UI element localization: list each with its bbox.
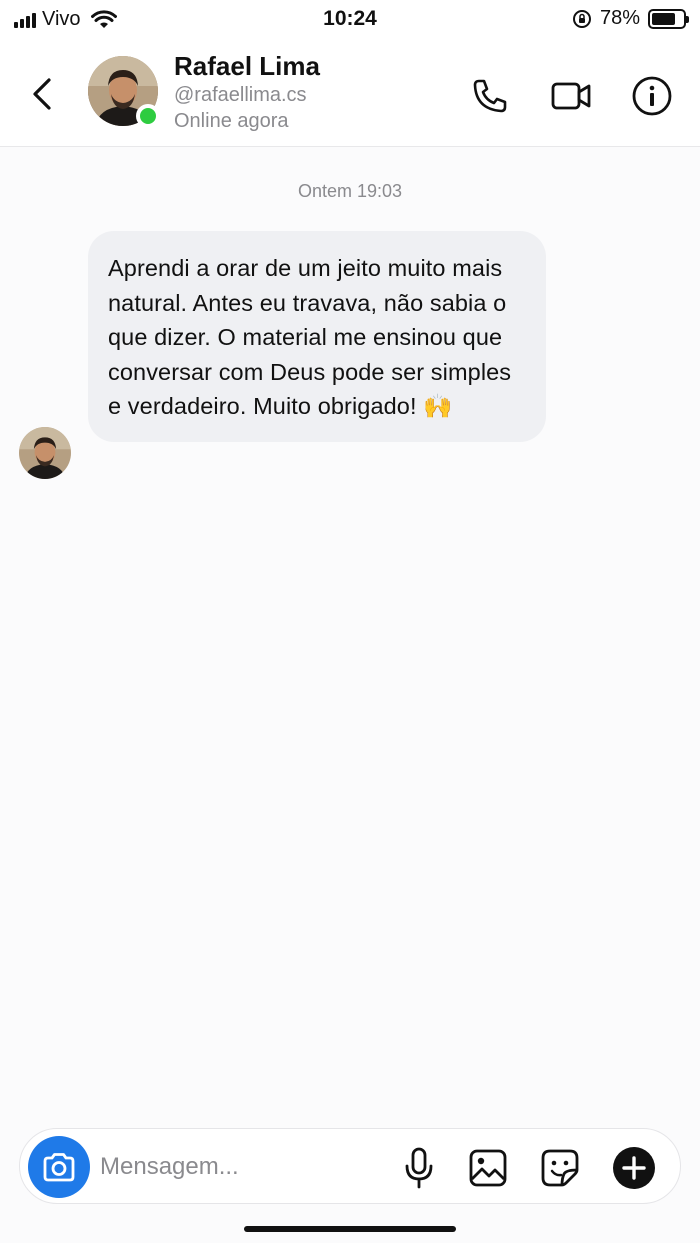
image-icon [469,1149,507,1187]
voice-call-button[interactable] [468,74,512,118]
microphone-button[interactable] [397,1146,441,1190]
contact-info[interactable]: Rafael Lima @rafaellima.cs Online agora [174,50,320,134]
sticker-button[interactable] [538,1146,582,1190]
battery-level [652,12,676,25]
contact-avatar[interactable] [88,56,160,128]
battery-percent: 78% [599,7,640,29]
sender-avatar[interactable] [19,427,71,479]
message-composer [19,1128,681,1204]
info-button[interactable] [630,74,674,118]
orientation-lock-icon [572,9,591,28]
message-bubble[interactable]: Aprendi a orar de um jeito muito mais na… [88,231,546,442]
sticker-icon [541,1149,579,1187]
battery-icon [648,8,689,29]
camera-button[interactable] [28,1136,90,1198]
plus-circle-icon [613,1147,655,1189]
info-icon [632,76,672,116]
contact-status: Online agora [174,110,289,132]
camera-icon [43,1153,75,1182]
contact-name: Rafael Lima [174,51,320,81]
avatar [19,427,71,479]
status-bar: Vivo 10:24 78% [0,0,700,40]
gallery-button[interactable] [466,1146,510,1190]
online-indicator [136,104,160,128]
video-call-button[interactable] [549,74,593,118]
message-input[interactable] [100,1147,380,1187]
video-camera-icon [551,82,591,110]
home-indicator[interactable] [244,1226,456,1232]
back-button[interactable] [26,74,58,114]
chevron-left-icon [33,78,51,110]
phone-icon [473,79,507,113]
chat-header: Rafael Lima @rafaellima.cs Online agora [0,40,700,147]
contact-handle: @rafaellima.cs [174,84,307,106]
message-timestamp: Ontem 19:03 [297,181,403,201]
message-text: Aprendi a orar de um jeito muito mais na… [108,255,512,419]
status-right: 78% [572,7,689,30]
more-options-button[interactable] [612,1146,656,1190]
microphone-icon [405,1147,433,1189]
